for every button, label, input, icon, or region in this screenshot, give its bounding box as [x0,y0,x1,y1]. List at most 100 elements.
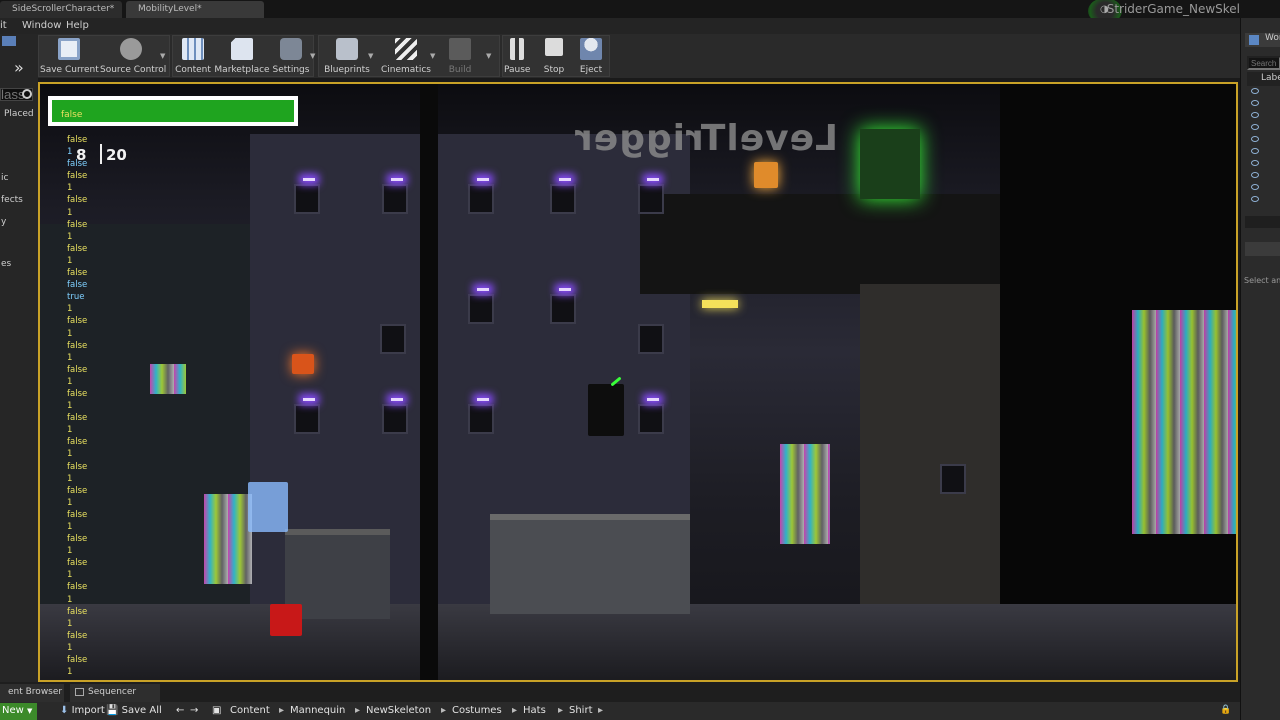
add-new-button[interactable]: New ▼ [0,703,37,720]
category-recently-placed[interactable]: Placed [4,109,34,119]
cinematics-dropdown-icon[interactable]: ▼ [430,52,438,60]
lock-icon[interactable]: 🔒 [1220,705,1231,715]
visibility-eye-icon[interactable] [1251,148,1259,154]
window [468,178,494,214]
debug-log-line: false [67,388,88,399]
visibility-eye-icon[interactable] [1251,172,1259,178]
breadcrumb-chevron-icon[interactable]: ▸ [558,705,563,716]
glitch-screen [204,494,252,584]
breadcrumb-item[interactable]: Shirt [569,705,593,716]
debug-log-line: 1 [67,425,73,436]
outliner-column-label[interactable]: Labe [1247,72,1280,86]
debug-log-line: 1 [67,449,73,460]
marketplace-icon [231,38,253,60]
build-icon [449,38,471,60]
tab-sidescroller-character[interactable]: SideScrollerCharacter* [0,1,122,18]
source-control-label: Source Control [100,65,167,75]
marketplace-label: Marketplace [214,65,270,75]
health-bar [48,96,298,126]
visibility-eye-icon[interactable] [1251,124,1259,130]
cinematics-button[interactable]: Cinematics [378,36,434,76]
expand-toolbar-icon[interactable]: » [14,58,34,78]
place-mode-icon[interactable] [2,36,16,46]
debug-log-line: 1 [67,328,73,339]
debug-log-line: false [67,219,88,230]
import-button[interactable]: ⬇ Import [60,705,105,716]
menu-bar: it Window Help [0,18,1240,34]
hud-separator [100,144,102,164]
visibility-eye-icon[interactable] [1251,136,1259,142]
content-button[interactable]: Content [174,36,212,76]
debug-log-line: false [67,655,88,666]
breadcrumb-chevron-icon[interactable]: ▸ [441,705,446,716]
save-all-button[interactable]: 💾 Save All [106,705,162,716]
breadcrumb-item[interactable]: Hats [523,705,546,716]
menu-window[interactable]: Window [22,20,61,31]
category-basic[interactable]: ic [1,173,8,183]
settings-dropdown-icon[interactable]: ▼ [310,52,318,60]
debug-log-line: false [67,534,88,545]
breadcrumb-item[interactable]: Mannequin [290,705,345,716]
build-dropdown-icon[interactable]: ▼ [486,52,494,60]
visibility-eye-icon[interactable] [1251,160,1259,166]
menu-help[interactable]: Help [66,20,89,31]
source-control-button[interactable]: Source Control [100,36,167,76]
visibility-eye-icon[interactable] [1251,100,1259,106]
settings-icon [280,38,302,60]
breadcrumb-chevron-icon[interactable]: ▸ [512,705,517,716]
tab-details[interactable] [1245,242,1280,256]
details-hint: Select an [1244,276,1280,285]
debug-log-line: 1 [67,594,73,605]
outliner-view-options[interactable] [1245,216,1280,228]
save-current-label: Save Current [40,65,99,75]
debug-log-line: false [67,630,88,641]
power-pole [420,84,438,680]
breadcrumb-item[interactable]: Costumes [452,705,502,716]
visibility-eye-icon[interactable] [1251,196,1259,202]
blueprints-dropdown-icon[interactable]: ▼ [368,52,376,60]
category-visual-effects[interactable]: fects [1,195,23,205]
breadcrumb-chevron-icon[interactable]: ▸ [355,705,360,716]
import-label: Import [71,705,105,716]
save-all-label: Save All [121,705,162,716]
debug-log-line: 1 [67,497,73,508]
chevron-down-icon: ▼ [27,707,33,715]
history-back-button[interactable]: ← [176,705,184,716]
marketplace-button[interactable]: Marketplace [214,36,270,76]
build-label: Build [448,65,472,75]
breadcrumb-chevron-icon[interactable]: ▸ [279,705,284,716]
outliner-search-input[interactable] [1247,56,1280,70]
visibility-eye-icon[interactable] [1251,184,1259,190]
build-button[interactable]: Build [440,36,480,76]
breadcrumb-item[interactable]: NewSkeleton [366,705,431,716]
settings-button[interactable]: Settings [272,36,310,76]
health-bar-label: false [61,110,83,120]
source-control-dropdown-icon[interactable]: ▼ [160,52,168,60]
breadcrumb-chevron-icon[interactable]: ▸ [598,705,603,716]
fire-effect [754,162,778,188]
debug-log-line: 1 [67,570,73,581]
stop-button[interactable]: Stop [538,36,570,76]
bottom-tab-strip: ent Browser Sequencer [0,682,1240,702]
blueprints-button[interactable]: Blueprints [322,36,372,76]
eject-button[interactable]: Eject [574,36,608,76]
tab-mobility-level[interactable]: MobilityLevel* [126,1,264,18]
tab-content-browser[interactable]: ent Browser [0,684,64,702]
save-current-button[interactable]: Save Current [40,36,99,76]
window [382,398,408,434]
pause-button[interactable]: Pause [504,36,530,76]
game-viewport[interactable]: LevelTrigger false 8 20 false 1 false false… [38,82,1238,682]
content-icon [182,38,204,60]
history-forward-button[interactable]: → [190,705,198,716]
enemy-robot [248,482,288,532]
search-icon [22,89,32,99]
category-geometry[interactable]: y [1,217,6,227]
category-all-classes[interactable]: es [1,259,11,269]
visibility-eye-icon[interactable] [1251,88,1259,94]
visibility-eye-icon[interactable] [1251,112,1259,118]
debug-log-line: false [67,268,88,279]
menu-edit[interactable]: it [0,20,7,31]
breadcrumb-item[interactable]: Content [230,705,270,716]
eject-icon [580,38,602,60]
stop-icon [545,38,563,56]
